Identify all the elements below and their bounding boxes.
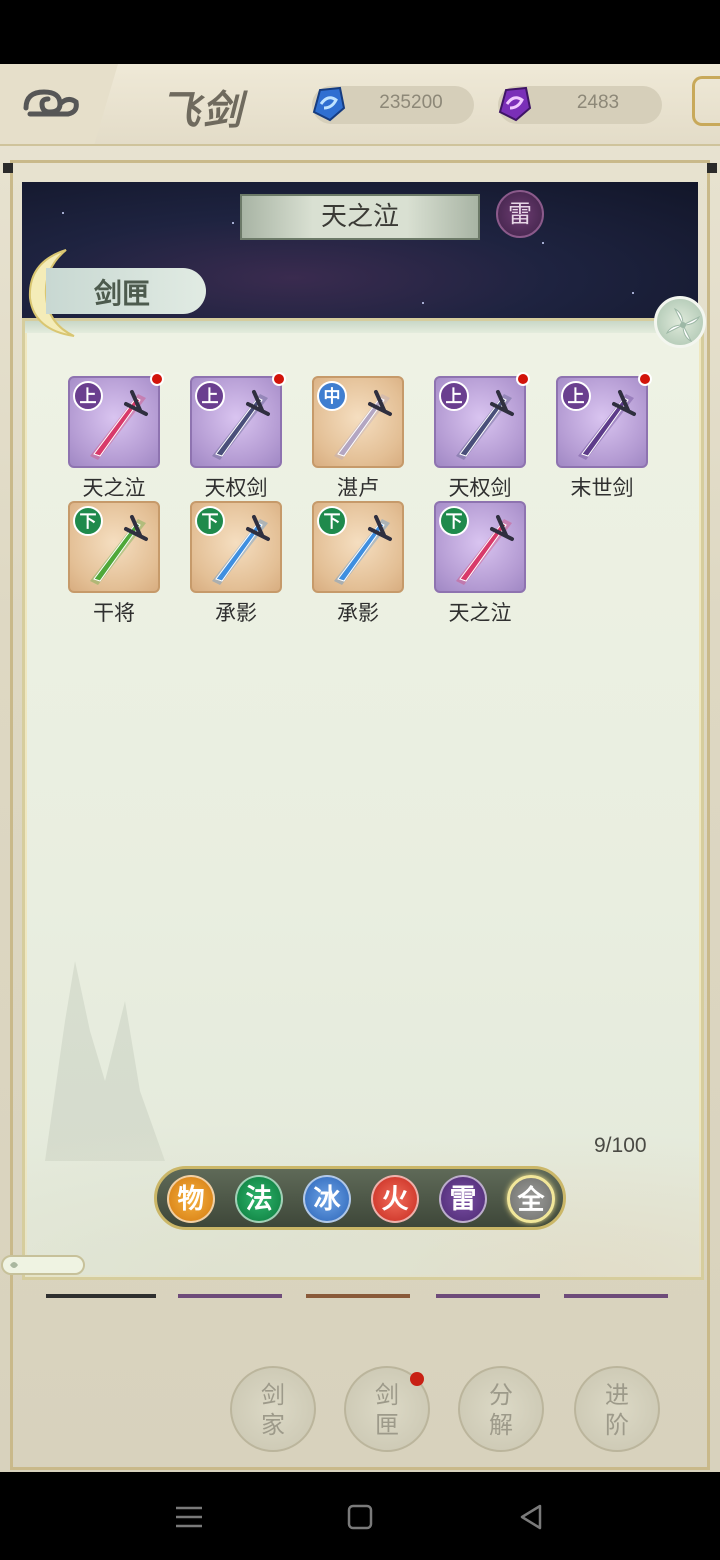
sword-case-label: 剑匣 [375, 1381, 399, 1439]
page-title: 飞剑 [160, 87, 244, 134]
sword-home-label: 剑家 [261, 1381, 285, 1439]
sword-name: 末世剑 [570, 476, 634, 500]
decompose-label: 分解 [489, 1381, 513, 1439]
grade-badge: 中 [317, 381, 347, 411]
sword-card[interactable]: 中 [312, 376, 404, 468]
sword-name: 承影 [337, 601, 379, 625]
grade-badge: 下 [317, 506, 347, 536]
filter-fire[interactable]: 火 [371, 1175, 419, 1223]
scroll-handle-icon[interactable] [0, 1252, 86, 1278]
popup-tab-label: 剑匣 [94, 277, 151, 310]
filter-ice[interactable]: 冰 [303, 1175, 351, 1223]
notification-dot [410, 1372, 424, 1386]
element-filter-bar: 物 法 冰 火 雷 全 [154, 1166, 566, 1230]
purple-gem-icon [498, 86, 532, 122]
sword-card[interactable]: 下 [434, 501, 526, 593]
advance-label: 进阶 [605, 1381, 629, 1439]
menu-icon[interactable] [172, 1500, 206, 1534]
currency-2-value: 2483 [576, 92, 620, 113]
advance-button[interactable]: 进阶 [574, 1366, 660, 1452]
currency-spirit-stone[interactable]: 235200 [312, 86, 474, 124]
sword-home-button[interactable]: 剑家 [230, 1366, 316, 1452]
menu-edge-ornament[interactable] [692, 76, 720, 126]
back-button[interactable] [0, 64, 118, 144]
sword-name: 天之泣 [448, 601, 512, 625]
top-bar: 飞剑 235200 2483 [0, 64, 720, 146]
cloud-swirl-icon [23, 89, 79, 117]
filter-thunder[interactable]: 雷 [439, 1175, 487, 1223]
sword-card[interactable]: 上 [556, 376, 648, 468]
close-icon [665, 307, 701, 343]
sword-card[interactable]: 上 [68, 376, 160, 468]
sword-name: 天权剑 [448, 476, 512, 500]
currency-1-value: 235200 [379, 92, 443, 113]
new-item-dot [516, 372, 530, 386]
background-tab [436, 1280, 540, 1298]
current-sword-name-plate: 天之泣 [240, 194, 480, 240]
background-tab [46, 1280, 156, 1298]
grade-badge: 下 [73, 506, 103, 536]
sword-card[interactable]: 下 [190, 501, 282, 593]
background-tab [178, 1280, 282, 1298]
grade-badge: 上 [561, 381, 591, 411]
currency-purple-crystal[interactable]: 2483 [498, 86, 662, 124]
sword-name: 天权剑 [204, 476, 268, 500]
popup-top-trim [25, 321, 701, 333]
close-button[interactable] [654, 296, 706, 348]
system-navigation-bar [0, 1472, 720, 1560]
background-tab [564, 1280, 668, 1298]
sword-name: 湛卢 [337, 476, 379, 500]
new-item-dot [638, 372, 652, 386]
grade-badge: 下 [439, 506, 469, 536]
sword-card[interactable]: 上 [434, 376, 526, 468]
sword-card[interactable]: 下 [312, 501, 404, 593]
background-tab [306, 1280, 410, 1298]
sword-name: 天之泣 [82, 476, 146, 500]
sword-case-button[interactable]: 剑匣 [344, 1366, 430, 1452]
grade-badge: 上 [195, 381, 225, 411]
capacity-count: 9/100 [594, 1134, 647, 1157]
new-item-dot [150, 372, 164, 386]
sword-card[interactable]: 上 [190, 376, 282, 468]
new-item-dot [272, 372, 286, 386]
popup-tab-sword-case: 剑匣 [46, 268, 206, 314]
element-badge: 雷 [496, 190, 544, 238]
status-bar [0, 0, 720, 64]
sword-card[interactable]: 下 [68, 501, 160, 593]
grade-badge: 下 [195, 506, 225, 536]
decompose-button[interactable]: 分解 [458, 1366, 544, 1452]
blue-gem-icon [312, 86, 346, 122]
current-sword-name: 天之泣 [320, 202, 399, 232]
sword-name: 干将 [93, 601, 135, 625]
filter-magic[interactable]: 法 [235, 1175, 283, 1223]
back-triangle-icon[interactable] [514, 1500, 548, 1534]
home-icon[interactable] [343, 1500, 377, 1534]
filter-all[interactable]: 全 [507, 1175, 555, 1223]
sword-name: 承影 [215, 601, 257, 625]
grade-badge: 上 [439, 381, 469, 411]
grade-badge: 上 [73, 381, 103, 411]
filter-physical[interactable]: 物 [167, 1175, 215, 1223]
